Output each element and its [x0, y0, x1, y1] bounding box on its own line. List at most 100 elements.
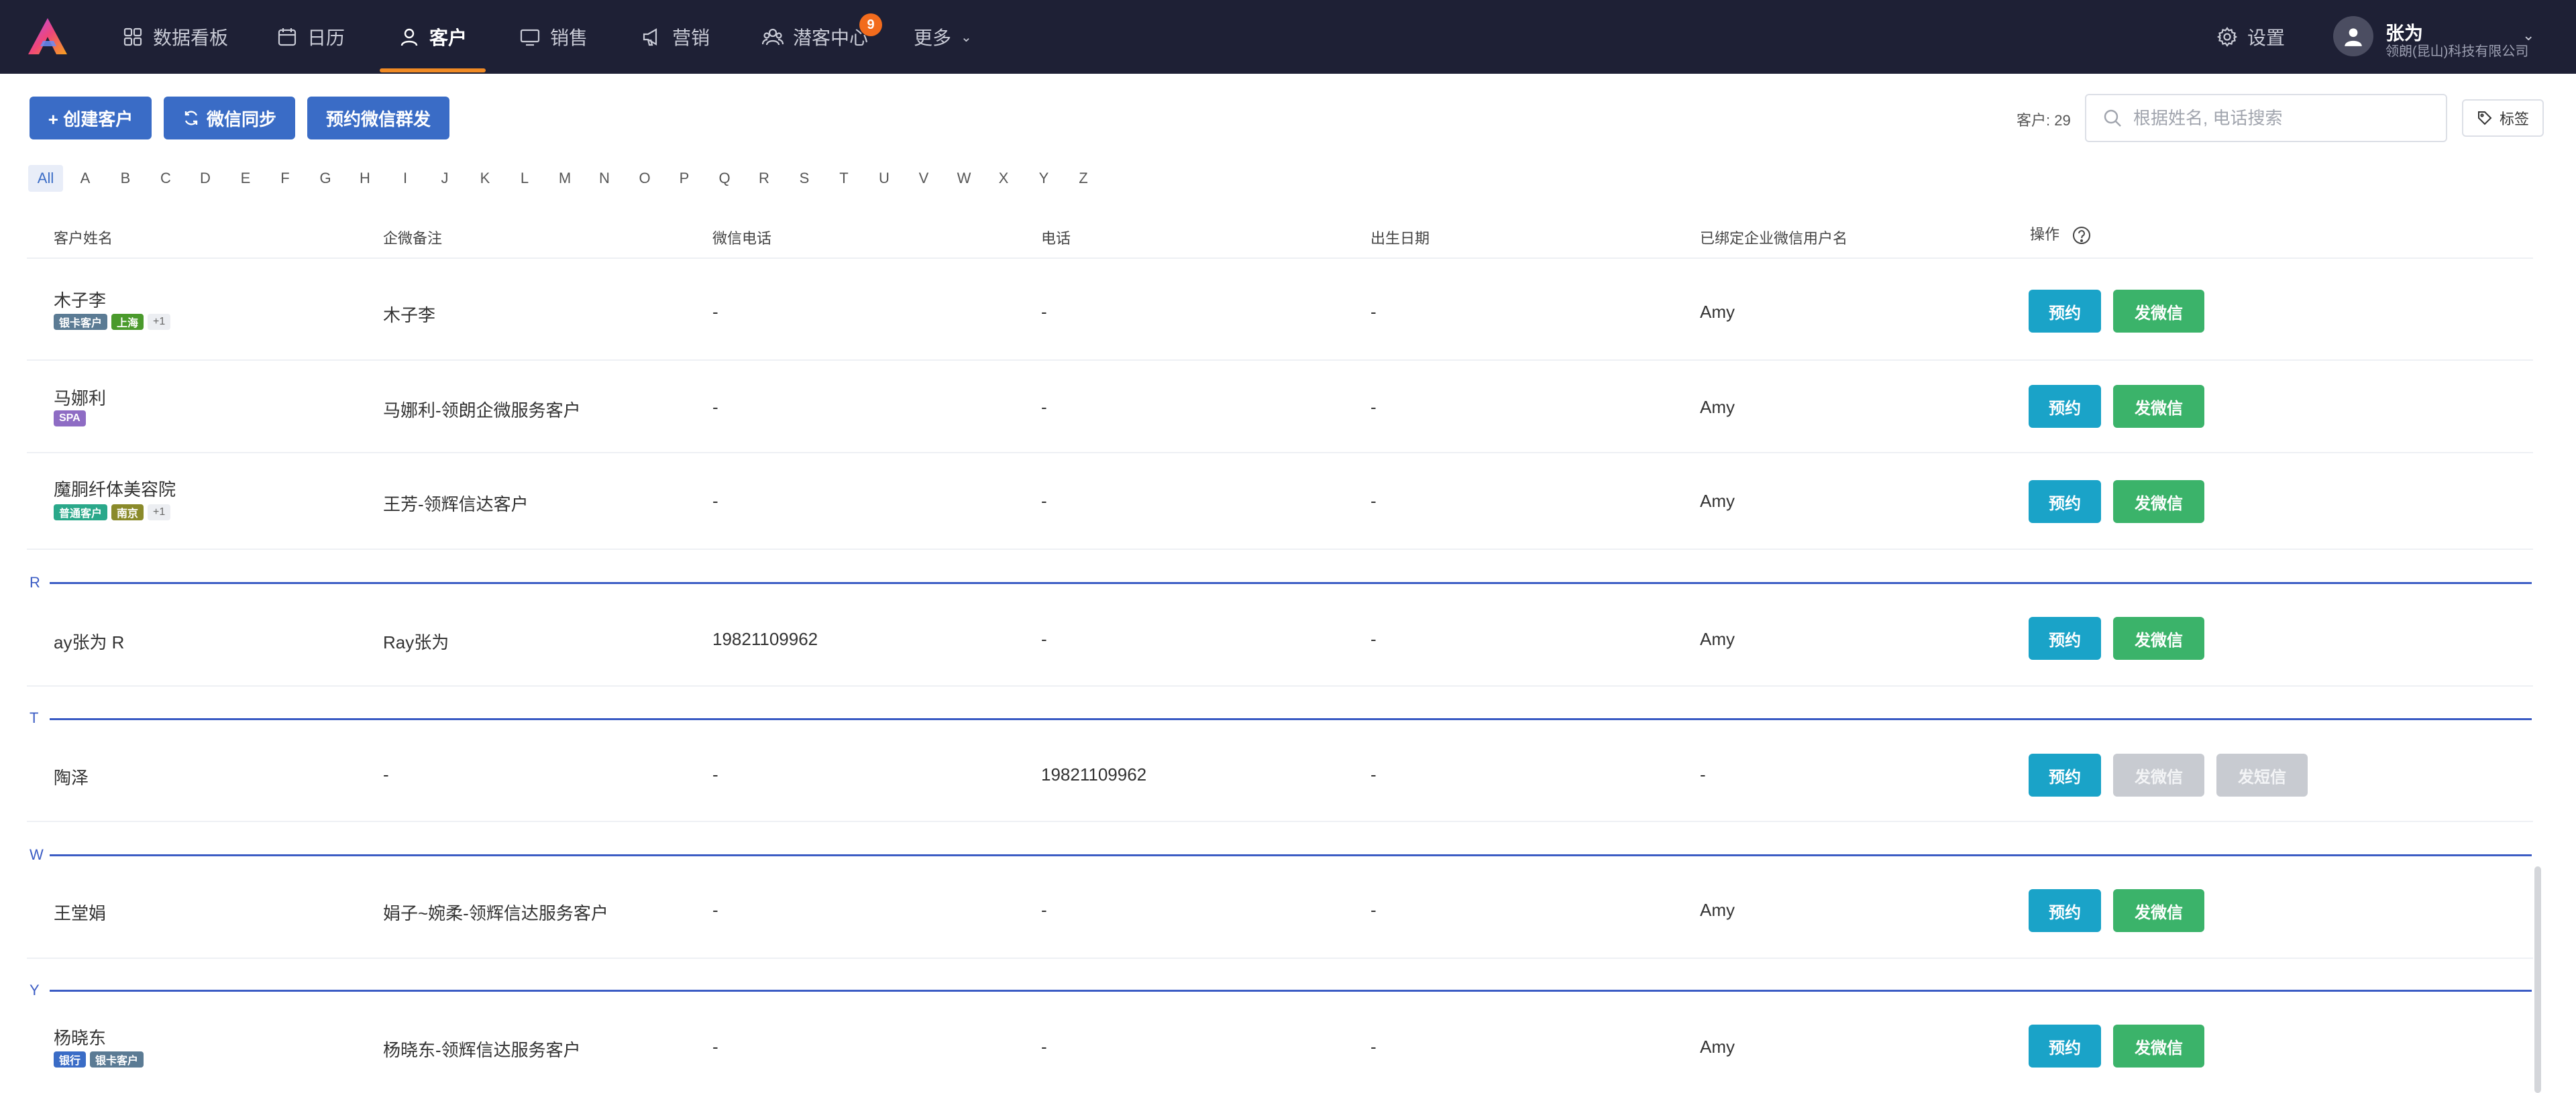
send-wechat-button-disabled[interactable]: 发微信 — [2113, 754, 2204, 797]
more-tags-badge[interactable]: +1 — [148, 504, 171, 520]
vertical-scrollbar[interactable] — [2534, 866, 2541, 1093]
customer-name[interactable]: 木子李 — [54, 287, 106, 312]
customer-tags: 普通客户 南京 +1 — [54, 504, 171, 520]
column-header-wechat-phone: 微信电话 — [712, 230, 772, 247]
wechat-broadcast-button[interactable]: 预约微信群发 — [307, 97, 449, 139]
column-header-phone: 电话 — [1041, 230, 1071, 247]
app-logo[interactable] — [27, 17, 68, 56]
alpha-filter-g[interactable]: G — [315, 165, 335, 192]
send-wechat-button[interactable]: 发微信 — [2113, 889, 2204, 932]
customer-name[interactable]: 马娜利 — [54, 385, 106, 410]
customer-name[interactable]: 魔胴纤体美容院 — [54, 476, 176, 501]
nav-item-calendar[interactable]: 日历 — [276, 0, 345, 74]
gear-icon — [2216, 27, 2238, 47]
birthday: - — [1371, 764, 1377, 785]
book-button[interactable]: 预约 — [2029, 617, 2101, 660]
tag-filter-button[interactable]: 标签 — [2462, 99, 2544, 137]
alpha-filter-p[interactable]: P — [674, 165, 694, 192]
notification-badge: 9 — [859, 13, 882, 36]
alpha-filter-l[interactable]: L — [515, 165, 535, 192]
alpha-filter-y[interactable]: Y — [1034, 165, 1054, 192]
wechat-phone: 19821109962 — [712, 629, 818, 649]
more-tags-badge[interactable]: +1 — [148, 314, 171, 330]
alpha-filter-k[interactable]: K — [475, 165, 495, 192]
bound-user: Amy — [1700, 397, 1735, 417]
nav-item-more[interactable]: 更多 ⌄ — [914, 0, 972, 74]
active-tab-indicator — [380, 68, 486, 72]
nav-label: 设置 — [2247, 27, 2286, 48]
alpha-filter-r[interactable]: R — [754, 165, 774, 192]
alpha-filter-v[interactable]: V — [914, 165, 934, 192]
customer-count: 客户: 29 — [2017, 112, 2071, 129]
alpha-filter-s[interactable]: S — [794, 165, 814, 192]
search-box[interactable] — [2085, 94, 2447, 142]
book-button[interactable]: 预约 — [2029, 889, 2101, 932]
alpha-filter-c[interactable]: C — [156, 165, 176, 192]
wechat-phone: - — [712, 1037, 718, 1057]
alpha-filter-i[interactable]: I — [395, 165, 415, 192]
chevron-down-icon: ⌄ — [961, 30, 972, 45]
wechat-sync-button[interactable]: 微信同步 — [164, 97, 295, 139]
send-sms-button-disabled[interactable]: 发短信 — [2216, 754, 2308, 797]
book-button[interactable]: 预约 — [2029, 754, 2101, 797]
avatar[interactable] — [2333, 16, 2373, 56]
nav-item-dashboard[interactable]: 数据看板 — [122, 0, 228, 74]
column-header-remark: 企微备注 — [383, 230, 443, 247]
help-icon[interactable] — [2072, 225, 2092, 245]
remark: 杨晓东-领辉信达服务客户 — [383, 1040, 581, 1060]
alpha-filter-d[interactable]: D — [195, 165, 215, 192]
alpha-filter-o[interactable]: O — [635, 165, 655, 192]
alpha-filter-h[interactable]: H — [355, 165, 375, 192]
alpha-filter-w[interactable]: W — [954, 165, 974, 192]
alpha-filter-b[interactable]: B — [115, 165, 136, 192]
customer-name[interactable]: 杨晓东 — [54, 1025, 106, 1049]
alpha-filter-n[interactable]: N — [594, 165, 614, 192]
customer-name[interactable]: 王堂娟 — [54, 900, 106, 925]
row-divider — [27, 821, 2533, 822]
send-wechat-button[interactable]: 发微信 — [2113, 1025, 2204, 1068]
alpha-filter-z[interactable]: Z — [1073, 165, 1093, 192]
chevron-down-icon[interactable]: ⌄ — [2522, 27, 2534, 44]
send-wechat-button[interactable]: 发微信 — [2113, 385, 2204, 428]
group-divider — [50, 990, 2532, 992]
alpha-filter-q[interactable]: Q — [714, 165, 735, 192]
book-button[interactable]: 预约 — [2029, 480, 2101, 523]
alpha-filter-u[interactable]: U — [874, 165, 894, 192]
wechat-phone: - — [712, 491, 718, 511]
customer-name[interactable]: 陶泽 — [54, 764, 89, 789]
row-divider — [27, 549, 2533, 550]
book-button[interactable]: 预约 — [2029, 1025, 2101, 1068]
alpha-filter-j[interactable]: J — [435, 165, 455, 192]
phone: - — [1041, 397, 1047, 417]
group-divider — [50, 718, 2532, 720]
book-button[interactable]: 预约 — [2029, 290, 2101, 333]
nav-item-sales[interactable]: 销售 — [519, 0, 588, 74]
alpha-filter-m[interactable]: M — [555, 165, 575, 192]
send-wechat-button[interactable]: 发微信 — [2113, 617, 2204, 660]
remark: 王芳-领辉信达客户 — [383, 494, 529, 514]
tag-badge: SPA — [54, 410, 86, 426]
alpha-filter-t[interactable]: T — [834, 165, 854, 192]
nav-item-settings[interactable]: 设置 — [2216, 0, 2285, 74]
nav-label: 客户 — [429, 27, 468, 48]
send-wechat-button[interactable]: 发微信 — [2113, 290, 2204, 333]
send-wechat-button[interactable]: 发微信 — [2113, 480, 2204, 523]
customer-tags: 银卡客户 上海 +1 — [54, 314, 171, 330]
birthday: - — [1371, 1037, 1377, 1057]
alpha-filter-x[interactable]: X — [994, 165, 1014, 192]
book-button[interactable]: 预约 — [2029, 385, 2101, 428]
user-avatar-icon — [2345, 28, 2362, 46]
alpha-filter-e[interactable]: E — [235, 165, 256, 192]
alpha-filter-a[interactable]: A — [75, 165, 95, 192]
alpha-filter-f[interactable]: F — [275, 165, 295, 192]
create-customer-button[interactable]: + 创建客户 — [30, 97, 152, 139]
search-input[interactable] — [2133, 107, 2428, 129]
alpha-filter-all[interactable]: All — [28, 165, 63, 192]
wechat-phone: - — [712, 764, 718, 785]
nav-item-customers[interactable]: 客户 — [398, 0, 467, 74]
bound-user: Amy — [1700, 302, 1735, 322]
customer-name[interactable]: ay张为 R — [54, 629, 124, 654]
nav-item-marketing[interactable]: 营销 — [641, 0, 710, 74]
birthday: - — [1371, 302, 1377, 322]
nav-item-leads[interactable]: 潜客中心 — [762, 0, 868, 74]
